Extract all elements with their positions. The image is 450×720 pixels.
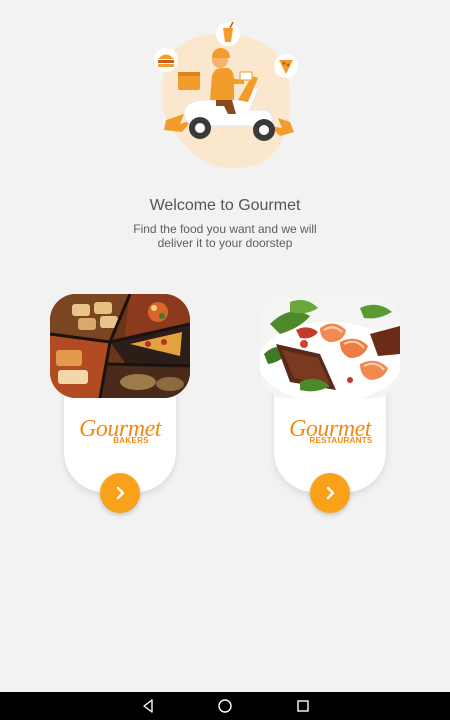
system-navigation-bar: [0, 692, 450, 720]
app-screen: Welcome to Gourmet Find the food you wan…: [0, 0, 450, 692]
pizza-icon: [274, 54, 298, 78]
chevron-right-icon: [326, 486, 335, 500]
gourmet-restaurants-card[interactable]: Gourmet RESTAURANTS: [260, 294, 400, 514]
home-icon[interactable]: [217, 698, 233, 714]
bakery-food-photo: [50, 294, 190, 398]
restaurants-go-button[interactable]: [310, 473, 350, 513]
bakers-go-button[interactable]: [100, 473, 140, 513]
restaurant-food-photo: [260, 294, 400, 398]
gourmet-bakers-card[interactable]: Gourmet BAKERS: [50, 294, 190, 514]
burger-icon: [154, 48, 178, 72]
chevron-right-icon: [116, 486, 125, 500]
recents-icon[interactable]: [295, 698, 311, 714]
gourmet-restaurants-logo: Gourmet RESTAURANTS: [274, 417, 386, 445]
drink-icon: [216, 21, 240, 46]
back-icon[interactable]: [140, 698, 156, 714]
subtitle-line-1: Find the food you want and we will: [133, 222, 317, 236]
gourmet-bakers-logo: Gourmet BAKERS: [64, 417, 176, 445]
delivery-illustration: [154, 21, 298, 169]
subtitle-line-2: deliver it to your doorstep: [157, 236, 293, 250]
welcome-title: Welcome to Gourmet: [149, 197, 301, 214]
welcome-subtitle: Find the food you want and we will deliv…: [0, 222, 450, 250]
